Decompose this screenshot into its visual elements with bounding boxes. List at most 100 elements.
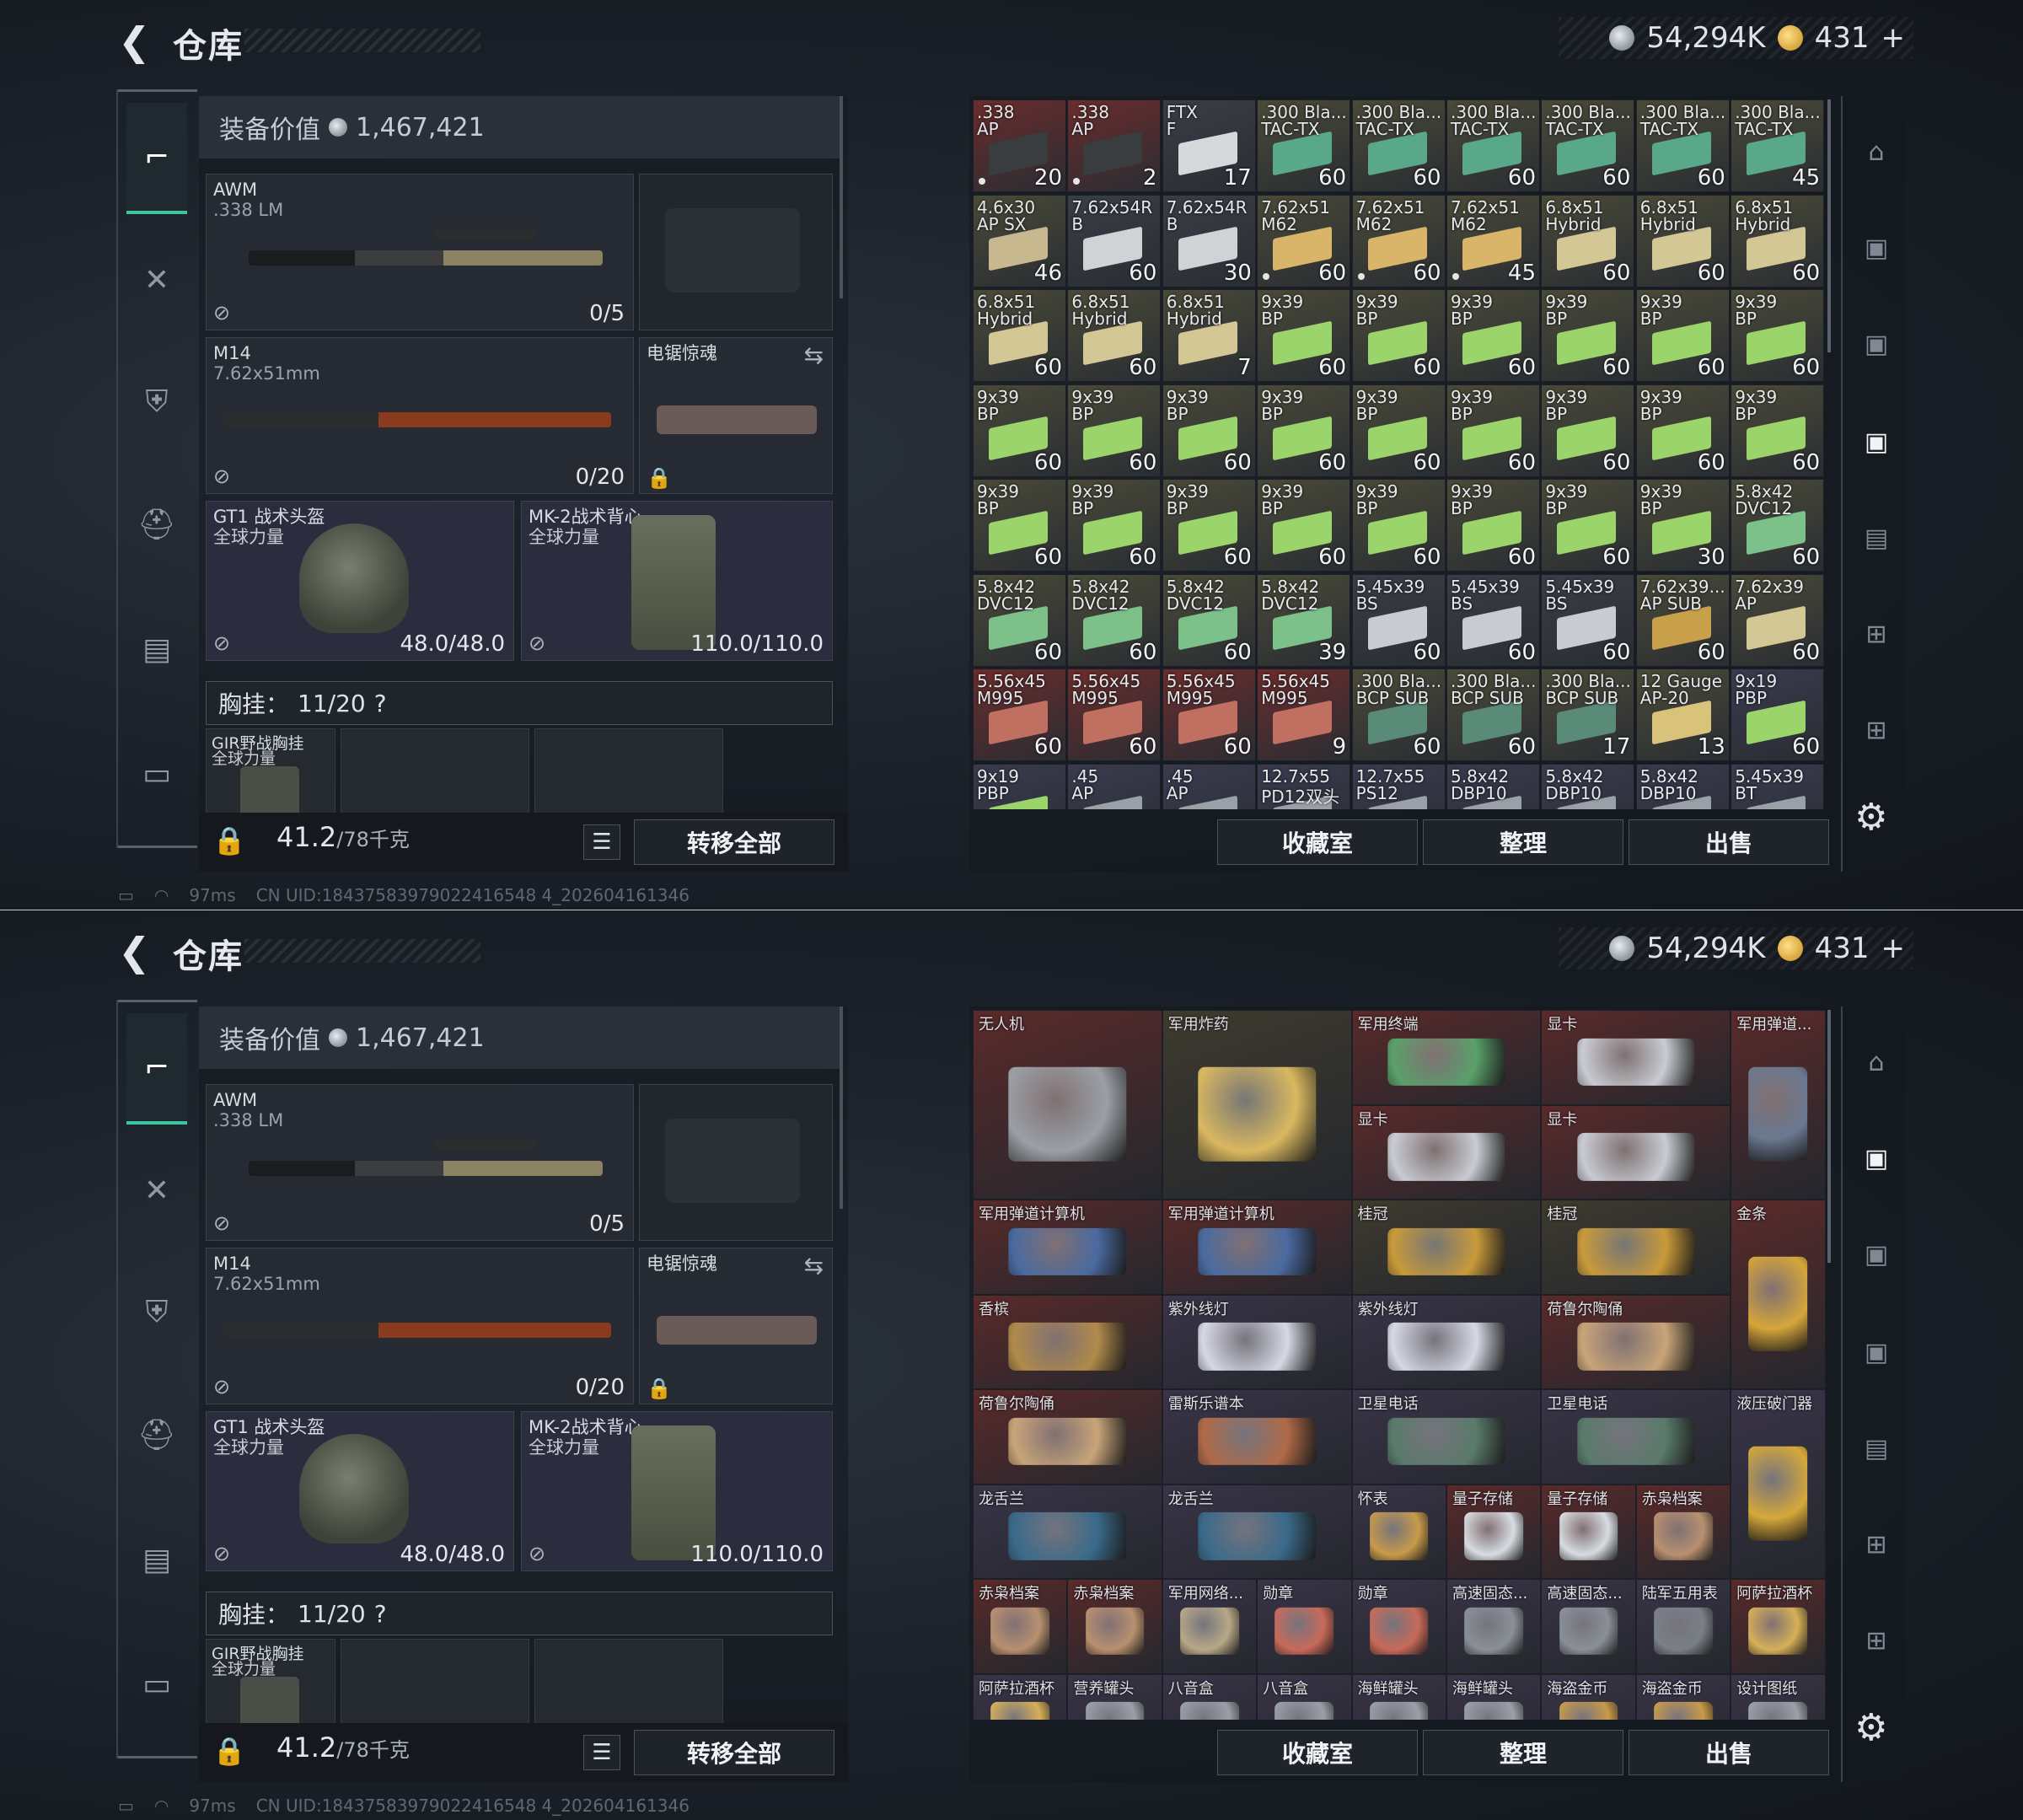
armor-slot[interactable]: MK-2战术背心 全球力量 ⊘ 110.0/110.0 — [521, 501, 833, 661]
valuable-item[interactable]: 军用终端 — [1351, 1010, 1542, 1105]
valuable-item[interactable]: 阿萨拉酒杯 — [973, 1673, 1068, 1720]
valuable-item[interactable]: 营养罐头 — [1067, 1673, 1162, 1720]
pistol-icon[interactable]: ⌐ — [126, 103, 187, 214]
ammo-item[interactable]: 5.56x45 M995 9 — [1257, 668, 1351, 761]
ammo-item[interactable]: 9x39 BP 60 — [973, 479, 1066, 572]
valuable-item[interactable]: 量子存储 — [1541, 1484, 1636, 1579]
armor-slot[interactable]: MK-2战术背心 全球力量 ⊘ 110.0/110.0 — [521, 1411, 833, 1571]
valuable-item[interactable]: 量子存储 — [1446, 1484, 1542, 1579]
ammo-item[interactable]: 5.56x45 M995 60 — [1067, 668, 1162, 761]
valuable-item[interactable]: 海鲜罐头 — [1351, 1673, 1446, 1720]
ammo-item[interactable]: 5.45x39 BS 60 — [1351, 573, 1446, 667]
ammo-item[interactable]: 12.7x55 PD12双头 — [1257, 763, 1351, 809]
ammo-item[interactable]: 6.8x51 Hybrid 60 — [1067, 289, 1162, 382]
valuable-item[interactable]: 赤枭档案 — [1635, 1484, 1731, 1579]
helmet-tab-icon[interactable]: ⌂ — [1851, 1037, 1902, 1087]
ammo-item[interactable]: 5.8x42 DVC12 60 — [1731, 479, 1825, 572]
padlock-icon[interactable]: 🔒 — [212, 1735, 246, 1767]
sell-button[interactable]: 出售 — [1629, 819, 1829, 865]
ammo-item[interactable]: 9x39 BP 60 — [973, 384, 1066, 477]
valuable-item[interactable]: 高速固态... — [1541, 1579, 1636, 1674]
ammo-item[interactable]: 9x19 PBP 60 — [1731, 668, 1825, 761]
organize-button[interactable]: 整理 — [1423, 1730, 1623, 1775]
valuable-item[interactable]: 陆军五用表 — [1635, 1579, 1731, 1674]
valuable-item[interactable]: 卫星电话 — [1541, 1389, 1731, 1484]
helmet-slot[interactable]: GT1 战术头盔 全球力量 ⊘ 48.0/48.0 — [206, 1411, 514, 1571]
ammo-item[interactable]: .300 Bla... BCP SUB 60 — [1351, 668, 1446, 761]
chest-rig-pocket[interactable] — [341, 1639, 529, 1731]
transfer-all-button[interactable]: 转移全部 — [634, 1730, 834, 1775]
ammo-item[interactable]: 9x19 PBP — [973, 763, 1066, 809]
secondary-weapon-slot[interactable]: M14 7.62x51mm ⊘ 0/20 — [206, 1248, 634, 1404]
ammo-item[interactable]: .300 Bla... BCP SUB 60 — [1446, 668, 1540, 761]
pistol-slot-empty[interactable] — [639, 1084, 833, 1241]
ammo-item[interactable]: .300 Bla... TAC-TX 60 — [1351, 99, 1446, 192]
collection-button[interactable]: 收藏室 — [1217, 819, 1418, 865]
valuable-item[interactable]: 勋章 — [1351, 1579, 1446, 1674]
pistol-slot-empty[interactable] — [639, 174, 833, 330]
briefcase-icon[interactable]: ▭ — [126, 1654, 187, 1715]
back-arrow-icon[interactable]: ❮ — [118, 931, 152, 973]
back-arrow-icon[interactable]: ❮ — [118, 20, 152, 62]
safe-v-icon[interactable]: ▣ — [1851, 1133, 1902, 1184]
stash-scrollbar[interactable] — [1827, 1010, 1831, 1263]
ammo-item[interactable]: 5.45x39 BS 60 — [1541, 573, 1635, 667]
ammo-item[interactable]: 5.45x39 BT — [1731, 763, 1825, 809]
ammo-item[interactable]: 9x39 BP 60 — [1446, 289, 1540, 382]
safe-active-icon[interactable]: ▣ — [1851, 416, 1902, 467]
vest-icon[interactable]: ⛨ — [126, 1282, 187, 1343]
valuable-item[interactable]: 赤枭档案 — [973, 1579, 1068, 1674]
ammo-item[interactable]: 9x39 BP 60 — [1731, 289, 1825, 382]
gold-plus-button[interactable]: + — [1881, 21, 1906, 55]
valuable-item[interactable]: 荷鲁尔陶俑 — [1541, 1294, 1731, 1389]
valuable-item[interactable]: 荷鲁尔陶俑 — [973, 1389, 1162, 1484]
ammo-item[interactable]: 5.8x42 DBP10 — [1446, 763, 1540, 809]
sell-button[interactable]: 出售 — [1629, 1730, 1829, 1775]
ammo-item[interactable]: 9x39 BP 60 — [1162, 384, 1256, 477]
ammo-item[interactable]: 9x39 BP 60 — [1257, 384, 1351, 477]
helmet-tab-icon[interactable]: ⌂ — [1851, 126, 1902, 177]
swap-icon[interactable]: ⇆ — [804, 341, 824, 369]
ammo-item[interactable]: 7.62x51 M62 45 — [1446, 194, 1540, 287]
ammo-item[interactable]: .300 Bla... TAC-TX 60 — [1541, 99, 1635, 192]
valuable-item[interactable]: 军用网络... — [1162, 1579, 1258, 1674]
primary-weapon-slot[interactable]: AWM .338 LM ⊘ 0/5 — [206, 1084, 634, 1241]
safe-ii-icon[interactable]: ⊞ — [1851, 609, 1902, 659]
equipment-scrollbar[interactable] — [840, 1007, 843, 1209]
ammo-item[interactable]: .300 Bla... TAC-TX 60 — [1635, 99, 1730, 192]
valuable-item[interactable]: 赤枭档案 — [1067, 1579, 1162, 1674]
ammo-item[interactable]: 5.56x45 M995 60 — [1162, 668, 1256, 761]
valuable-item[interactable]: 无人机 — [973, 1010, 1162, 1200]
safe-iii-icon[interactable]: ▤ — [1851, 1423, 1902, 1474]
swap-icon[interactable]: ⇆ — [804, 1252, 824, 1280]
list-view-icon[interactable]: ☰ — [583, 1735, 620, 1770]
ammo-item[interactable]: 9x39 BP 60 — [1635, 289, 1730, 382]
ammo-item[interactable]: 5.8x42 DVC12 60 — [1162, 573, 1256, 667]
ammo-item[interactable]: 6.8x51 Hybrid 60 — [973, 289, 1066, 382]
ammo-item[interactable]: 9x39 BP 60 — [1067, 479, 1162, 572]
helmet-slot[interactable]: GT1 战术头盔 全球力量 ⊘ 48.0/48.0 — [206, 501, 514, 661]
valuable-item[interactable]: 海盗金币 — [1635, 1673, 1731, 1720]
ammo-item[interactable]: 9x39 BP 60 — [1541, 289, 1635, 382]
ammo-item[interactable]: 9x39 BP 60 — [1731, 384, 1825, 477]
ammo-item[interactable]: 9x39 BP 60 — [1541, 384, 1635, 477]
ammo-item[interactable]: 5.56x45 M995 60 — [973, 668, 1066, 761]
ammo-item[interactable]: 9x39 BP 60 — [1257, 289, 1351, 382]
valuable-item[interactable]: 显卡 — [1541, 1104, 1731, 1200]
safe-i-icon[interactable]: ⊞ — [1851, 705, 1902, 755]
ammo-item[interactable]: 7.62x39 AP 60 — [1731, 573, 1825, 667]
briefcase-icon[interactable]: ▭ — [126, 744, 187, 804]
safe-v-icon[interactable]: ▣ — [1851, 223, 1902, 273]
chest-rig-pocket[interactable] — [534, 728, 723, 821]
ammo-item[interactable]: FTX F 17 — [1162, 99, 1256, 192]
ammo-item[interactable]: 5.8x42 DVC12 39 — [1257, 573, 1351, 667]
collection-button[interactable]: 收藏室 — [1217, 1730, 1418, 1775]
valuable-item[interactable]: 龙舌兰 — [973, 1484, 1162, 1579]
ammo-item[interactable]: 5.8x42 DBP10 — [1635, 763, 1730, 809]
valuable-item[interactable]: 勋章 — [1257, 1579, 1352, 1674]
safe-ii-icon[interactable]: ⊞ — [1851, 1519, 1902, 1570]
gear-icon[interactable]: ⚙ — [1854, 1706, 1887, 1749]
ammo-item[interactable]: .338 AP 2 — [1067, 99, 1162, 192]
ammo-item[interactable]: .338 AP 20 — [973, 99, 1066, 192]
ammo-item[interactable]: 4.6x30 AP SX 46 — [973, 194, 1066, 287]
